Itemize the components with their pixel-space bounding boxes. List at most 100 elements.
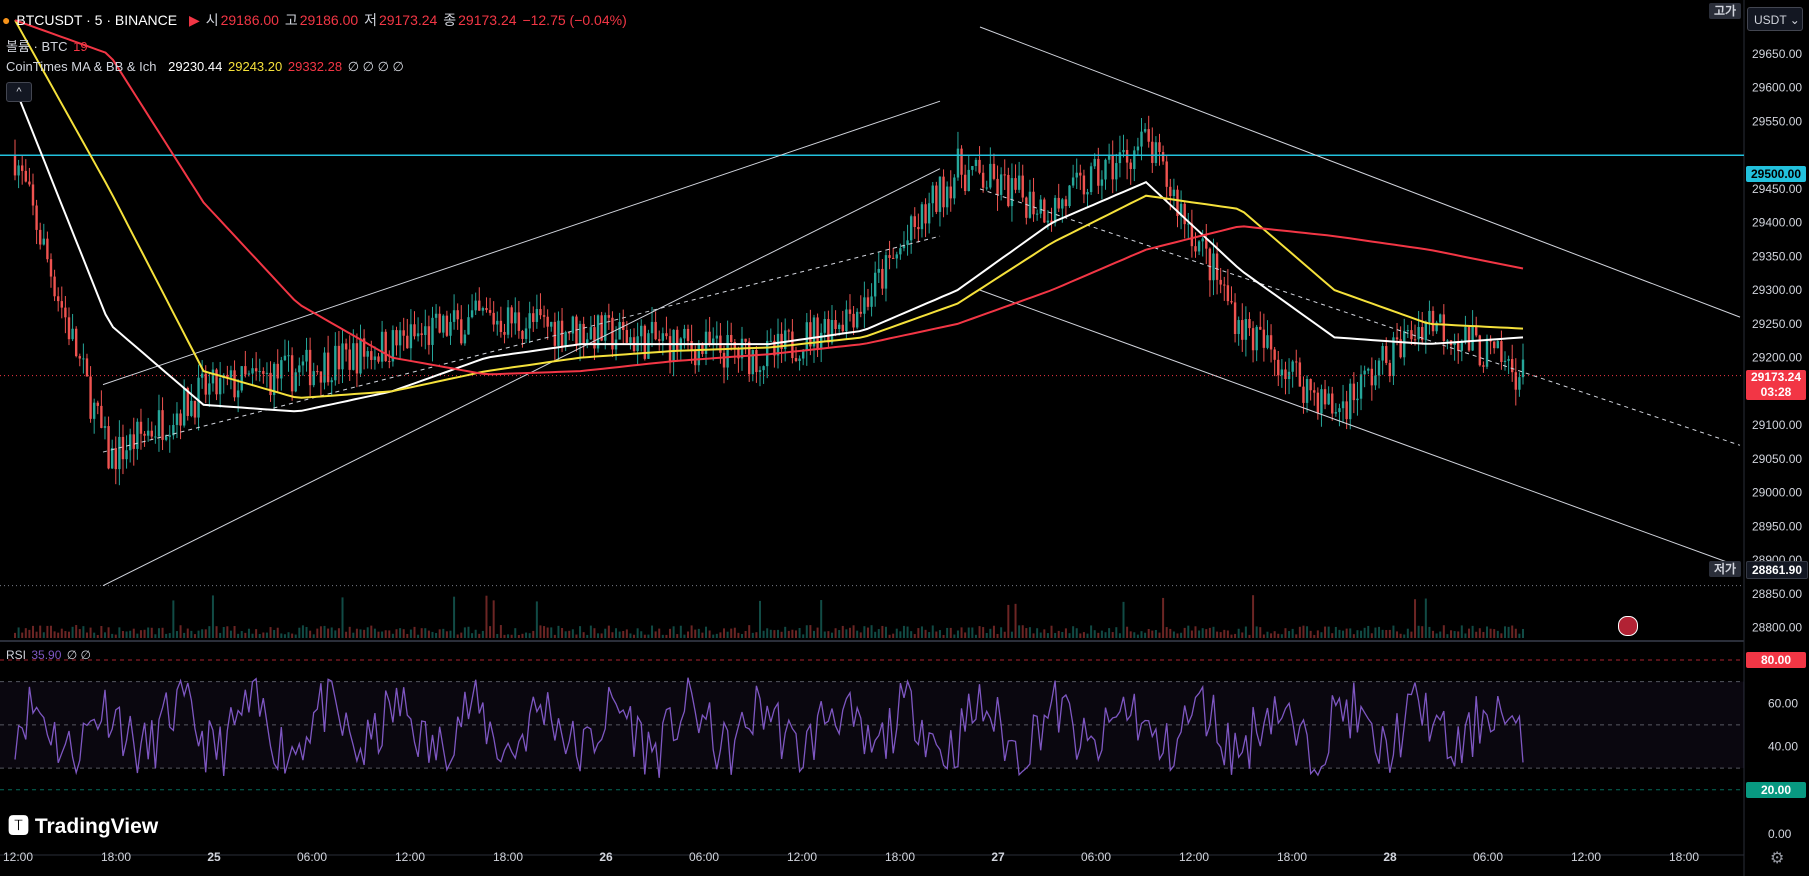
volume-bar: [1075, 628, 1078, 638]
candle-body: [1129, 162, 1132, 169]
candle-body: [1003, 174, 1006, 176]
rsi-legend[interactable]: RSI 35.90 ∅ ∅: [6, 648, 93, 662]
candle-body: [1349, 383, 1352, 420]
candle-body: [305, 349, 308, 362]
volume-bar: [776, 629, 779, 638]
candle-body: [460, 319, 463, 344]
volume-bar: [985, 633, 988, 638]
volume-bar: [535, 601, 538, 638]
symbol-title[interactable]: BTCUSDT · 5 · BINANCE: [16, 12, 177, 28]
candle-body: [640, 325, 643, 337]
candle-body: [1100, 179, 1104, 186]
volume-bar: [1205, 629, 1208, 638]
volume-bar: [291, 633, 294, 638]
indicator-legend[interactable]: CoinTimes MA & BB & Ich 29230.44 29243.2…: [6, 59, 406, 75]
candle-body: [204, 373, 207, 395]
candle-body: [938, 176, 942, 212]
candle-body: [539, 309, 542, 316]
volume-bar: [1468, 628, 1471, 638]
candle-body: [647, 333, 650, 359]
volume-bar: [1378, 626, 1381, 638]
candle-body: [60, 301, 63, 308]
candle-body: [1367, 368, 1370, 371]
volume-bar: [255, 629, 258, 638]
candle-body: [46, 238, 49, 260]
volume-bar: [273, 629, 276, 638]
volume-bar: [881, 625, 884, 638]
gear-icon[interactable]: ⚙: [1770, 848, 1784, 868]
time-tick-label: 12:00: [1179, 850, 1209, 864]
volume-bar: [769, 629, 772, 638]
candle-body: [1075, 172, 1078, 178]
candle-body: [730, 335, 733, 343]
volume-bar: [1464, 633, 1467, 638]
candle-body: [841, 324, 844, 332]
candle-body: [1428, 310, 1431, 322]
volume-bar: [1277, 633, 1280, 638]
volume-bar: [1291, 628, 1294, 638]
candle-body: [949, 186, 952, 199]
candle-body: [992, 163, 996, 179]
currency-select[interactable]: USDT ⌄: [1747, 7, 1803, 31]
candle-body: [906, 240, 909, 245]
volume-bar: [1111, 632, 1114, 638]
collapse-legend-button[interactable]: ^: [6, 82, 32, 102]
candle-body: [805, 322, 808, 350]
volume-bar: [640, 631, 643, 638]
volume-bar: [57, 632, 60, 638]
volume-bar: [1014, 603, 1017, 638]
volume-bar: [1428, 626, 1431, 638]
candle-body: [881, 268, 884, 289]
volume-bar: [1374, 627, 1377, 638]
volume-bar: [1226, 630, 1229, 638]
candle-body: [474, 300, 477, 311]
volume-legend[interactable]: 볼륨 · BTC 19: [6, 36, 90, 55]
volume-bar: [1021, 625, 1024, 638]
volume-bar: [938, 630, 941, 638]
volume-bar: [1385, 630, 1388, 638]
candle-body: [128, 434, 132, 451]
volume-bar: [1475, 631, 1478, 638]
volume-bar: [974, 634, 977, 638]
volume-bar: [53, 631, 56, 638]
candle-body: [1341, 401, 1345, 409]
candle-body: [1133, 150, 1136, 169]
price-tick-label: 28800.00: [1752, 621, 1802, 635]
volume-bar: [593, 628, 596, 638]
volume-bar: [1244, 626, 1247, 638]
volume-bar: [1054, 632, 1057, 638]
candle-body: [1082, 175, 1086, 195]
chart-canvas[interactable]: 29700.0029650.0029600.0029550.0029450.00…: [0, 0, 1809, 876]
volume-bar: [877, 629, 880, 638]
candle-body: [1212, 253, 1215, 281]
volume-bar: [413, 626, 416, 638]
candle-body: [1032, 191, 1035, 215]
price-tick-label: 29450.00: [1752, 182, 1802, 196]
candle-body: [974, 159, 978, 166]
rsi-value: 35.90: [31, 648, 62, 662]
candle-body: [1345, 401, 1348, 420]
candle-body: [85, 358, 89, 377]
candle-body: [395, 330, 398, 346]
candle-body: [1388, 362, 1392, 377]
volume-bar: [388, 630, 391, 638]
flag-icon[interactable]: ▶: [189, 12, 200, 28]
candle-body: [931, 185, 934, 204]
candle-body: [92, 402, 96, 419]
candle-body: [1334, 412, 1338, 414]
volume-bar: [830, 632, 833, 638]
volume-bar: [1090, 625, 1093, 638]
candle-body: [1352, 383, 1356, 401]
chevron-up-icon: ^: [16, 86, 22, 98]
candle-body: [819, 332, 823, 349]
volume-bar: [1298, 626, 1301, 638]
candle-body: [956, 148, 960, 178]
volume-bar: [802, 634, 805, 638]
us-flag-icon[interactable]: [1618, 616, 1638, 636]
volume-bar: [866, 627, 869, 638]
candle-body: [891, 257, 895, 259]
high-tag: 고가: [1709, 3, 1741, 19]
volume-bar: [1334, 626, 1337, 638]
candle-body: [1475, 326, 1478, 336]
volume-bar: [1514, 628, 1517, 638]
